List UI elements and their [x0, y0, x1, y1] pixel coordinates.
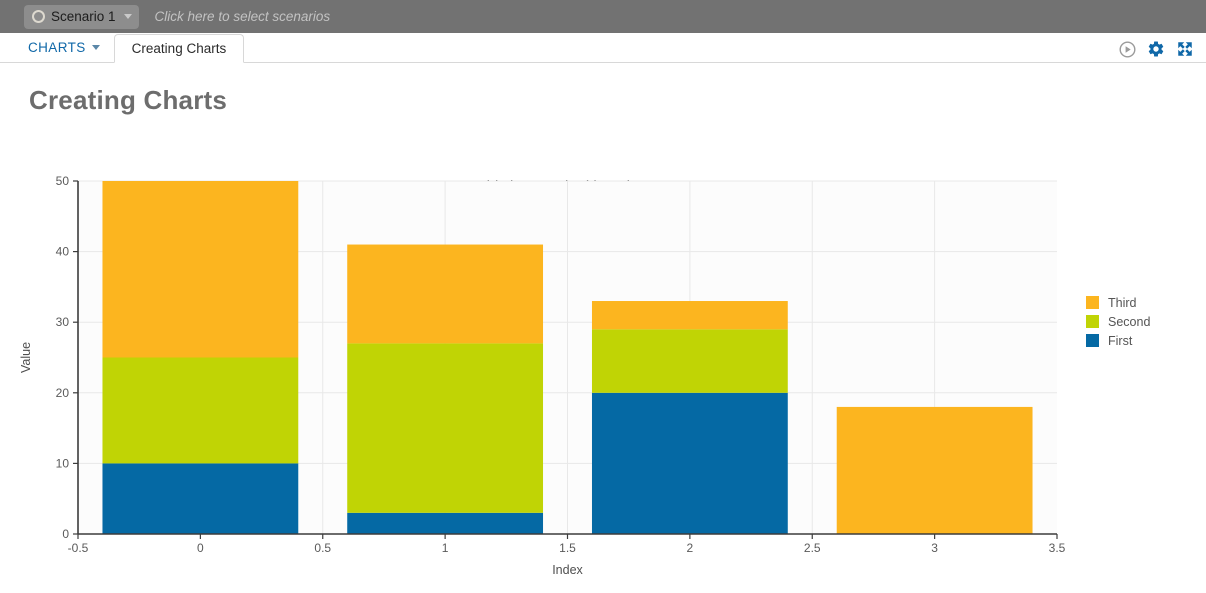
play-circle-icon[interactable] [1119, 40, 1136, 58]
tab-creating-charts[interactable]: Creating Charts [113, 34, 245, 63]
y-tick-label: 20 [56, 386, 70, 400]
y-tick-label: 40 [56, 245, 70, 259]
legend-item-second[interactable]: Second [1086, 312, 1150, 331]
legend-swatch-third [1086, 296, 1099, 309]
y-tick-label: 0 [62, 527, 69, 541]
bar-segment-first-2[interactable] [591, 392, 788, 534]
expand-icon[interactable] [1176, 40, 1194, 58]
x-tick-label: 3.5 [1049, 541, 1066, 555]
radio-circle-icon [32, 10, 45, 23]
bar-segment-third-3[interactable] [836, 406, 1033, 534]
menu-charts-label: CHARTS [28, 39, 86, 55]
legend-label-third: Third [1108, 295, 1137, 310]
bar-segment-third-0[interactable] [102, 181, 299, 358]
legend-label-second: Second [1108, 314, 1151, 329]
x-tick-label: 3 [931, 541, 938, 555]
y-tick-label: 30 [56, 315, 70, 329]
y-axis-title: Value [19, 342, 33, 373]
x-axis-title: Index [552, 563, 583, 576]
x-tick-label: 2 [687, 541, 694, 555]
legend-item-first[interactable]: First [1086, 331, 1150, 350]
chevron-down-icon [123, 14, 132, 19]
y-tick-label: 10 [56, 456, 70, 470]
bar-segment-second-0[interactable] [102, 357, 299, 464]
chart-container: This is a stacked bar chart 01020304050-… [0, 116, 1206, 576]
scenario-label: Scenario 1 [51, 9, 116, 24]
tab-bar: CHARTS Creating Charts [0, 33, 1206, 63]
x-tick-label: -0.5 [68, 541, 89, 555]
scenario-bar: Scenario 1 Click here to select scenario… [0, 0, 1206, 33]
scenario-hint-text[interactable]: Click here to select scenarios [155, 9, 331, 24]
stacked-bar-chart: 01020304050-0.5 0 0.5 1 1.5 2 2.5 3 3.5IndexValu… [19, 174, 1066, 576]
x-tick-label: 1 [442, 541, 449, 555]
x-tick-label: 2.5 [804, 541, 821, 555]
y-tick-label: 50 [56, 174, 70, 188]
x-tick-label: 1.5 [559, 541, 576, 555]
chart-legend: Third Second First [1086, 293, 1150, 350]
legend-item-third[interactable]: Third [1086, 293, 1150, 312]
bar-segment-third-1[interactable] [347, 244, 544, 344]
chevron-down-icon [91, 44, 100, 50]
x-tick-label: 0 [197, 541, 204, 555]
tab-actions [1119, 40, 1194, 58]
page-title: Creating Charts [29, 85, 228, 115]
bar-segment-second-1[interactable] [347, 343, 544, 513]
gear-icon[interactable] [1147, 40, 1165, 58]
bar-segment-first-0[interactable] [102, 463, 299, 534]
legend-swatch-first [1086, 334, 1099, 347]
bar-segment-third-2[interactable] [591, 301, 788, 330]
bar-segment-first-1[interactable] [347, 512, 544, 534]
legend-swatch-second [1086, 315, 1099, 328]
x-tick-label: 0.5 [314, 541, 331, 555]
menu-charts[interactable]: CHARTS [22, 32, 114, 62]
scenario-selector[interactable]: Scenario 1 [24, 4, 139, 29]
bar-segment-second-2[interactable] [591, 329, 788, 393]
legend-label-first: First [1108, 333, 1133, 348]
tab-creating-charts-label: Creating Charts [131, 41, 227, 56]
